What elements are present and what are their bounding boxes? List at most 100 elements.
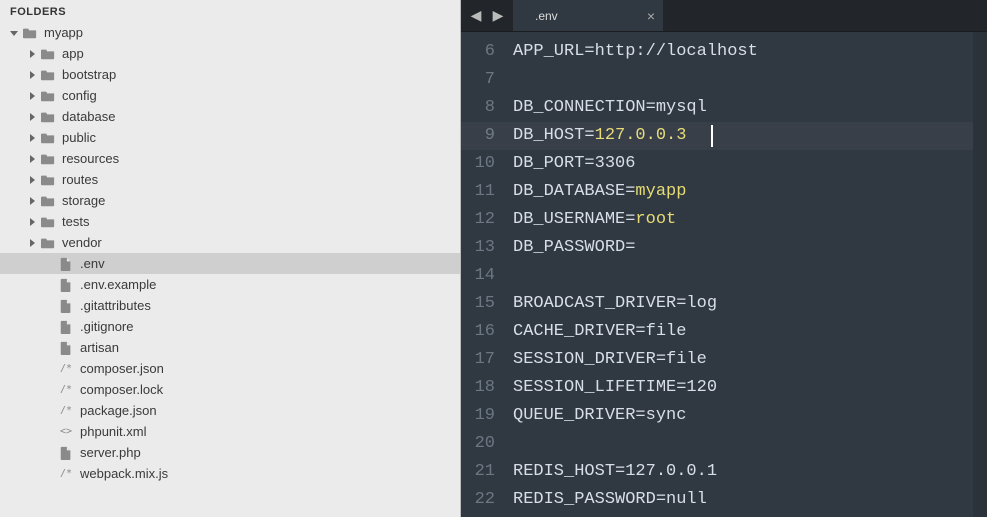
code-line[interactable]: DB_CONNECTION=mysql bbox=[513, 94, 973, 122]
line-number: 19 bbox=[461, 402, 495, 430]
tree-folder-label: config bbox=[62, 88, 460, 103]
chevron-right-icon[interactable] bbox=[26, 69, 38, 81]
code-line[interactable] bbox=[513, 66, 973, 94]
code-line[interactable]: CACHE_DRIVER=file bbox=[513, 318, 973, 346]
tree-file[interactable]: .gitignore bbox=[0, 316, 460, 337]
tree-file[interactable]: .env.example bbox=[0, 274, 460, 295]
tree-folder[interactable]: storage bbox=[0, 190, 460, 211]
nav-back-icon[interactable]: ◀ bbox=[467, 7, 485, 25]
tree-folder-label: storage bbox=[62, 193, 460, 208]
chevron-down-icon[interactable] bbox=[8, 27, 20, 39]
file-icon bbox=[58, 319, 74, 335]
code-area[interactable]: 678910111213141516171819202122 APP_URL=h… bbox=[461, 32, 987, 517]
tree-file[interactable]: artisan bbox=[0, 337, 460, 358]
tree-folder[interactable]: config bbox=[0, 85, 460, 106]
tree-folder[interactable]: database bbox=[0, 106, 460, 127]
tree-file-label: artisan bbox=[80, 340, 460, 355]
tree-file[interactable]: /*composer.lock bbox=[0, 379, 460, 400]
code-file-icon: /* bbox=[58, 384, 74, 395]
chevron-right-icon[interactable] bbox=[26, 111, 38, 123]
line-number: 17 bbox=[461, 346, 495, 374]
nav-forward-icon[interactable]: ▶ bbox=[489, 7, 507, 25]
folder-icon bbox=[40, 172, 56, 188]
tree-file[interactable]: <> phpunit.xml bbox=[0, 421, 460, 442]
tree-folder-label: app bbox=[62, 46, 460, 61]
tree-folder-label: vendor bbox=[62, 235, 460, 250]
tree-file-label: .env.example bbox=[80, 277, 460, 292]
tree-file-label: server.php bbox=[80, 445, 460, 460]
chevron-right-icon[interactable] bbox=[26, 216, 38, 228]
code-line[interactable] bbox=[513, 430, 973, 458]
chevron-right-icon[interactable] bbox=[26, 48, 38, 60]
code-line[interactable]: REDIS_HOST=127.0.0.1 bbox=[513, 458, 973, 486]
code-line[interactable] bbox=[513, 262, 973, 290]
line-number: 14 bbox=[461, 262, 495, 290]
code-line[interactable]: BROADCAST_DRIVER=log bbox=[513, 290, 973, 318]
tree-folder[interactable]: app bbox=[0, 43, 460, 64]
tree-folder[interactable]: routes bbox=[0, 169, 460, 190]
code-file-icon: /* bbox=[58, 468, 74, 479]
line-number: 10 bbox=[461, 150, 495, 178]
chevron-right-icon[interactable] bbox=[26, 195, 38, 207]
line-number: 7 bbox=[461, 66, 495, 94]
folder-icon bbox=[40, 214, 56, 230]
code-file-icon: /* bbox=[58, 405, 74, 416]
chevron-right-icon[interactable] bbox=[26, 90, 38, 102]
tree-file[interactable]: .gitattributes bbox=[0, 295, 460, 316]
folder-icon bbox=[40, 130, 56, 146]
sidebar: FOLDERS myapp appbootstrapconfigdatabase… bbox=[0, 0, 461, 517]
code-line[interactable]: REDIS_PASSWORD=null bbox=[513, 486, 973, 514]
tab-nav: ◀ ▶ bbox=[461, 0, 513, 31]
editor-tab[interactable]: .env × bbox=[513, 0, 663, 31]
folder-icon bbox=[40, 46, 56, 62]
line-number: 22 bbox=[461, 486, 495, 514]
code-line[interactable]: DB_HOST=127.0.0.3 bbox=[513, 122, 973, 150]
tree-folder[interactable]: public bbox=[0, 127, 460, 148]
chevron-right-icon[interactable] bbox=[26, 174, 38, 186]
folder-icon bbox=[40, 109, 56, 125]
tree-folder[interactable]: vendor bbox=[0, 232, 460, 253]
line-number: 6 bbox=[461, 38, 495, 66]
tree-folder-label: database bbox=[62, 109, 460, 124]
xml-file-icon: <> bbox=[58, 426, 74, 437]
code-line[interactable]: SESSION_DRIVER=file bbox=[513, 346, 973, 374]
code-content[interactable]: APP_URL=http://localhost DB_CONNECTION=my… bbox=[505, 32, 973, 517]
file-icon bbox=[58, 298, 74, 314]
tree-file[interactable]: /* package.json bbox=[0, 400, 460, 421]
folder-icon bbox=[40, 88, 56, 104]
code-line[interactable]: DB_PORT=3306 bbox=[513, 150, 973, 178]
tree-file-label: .env bbox=[80, 256, 460, 271]
code-line[interactable]: APP_URL=http://localhost bbox=[513, 38, 973, 66]
folder-icon bbox=[40, 235, 56, 251]
tree-root[interactable]: myapp bbox=[0, 22, 460, 43]
tree-file[interactable]: server.php bbox=[0, 442, 460, 463]
chevron-right-icon[interactable] bbox=[26, 132, 38, 144]
code-line[interactable]: DB_DATABASE=myapp bbox=[513, 178, 973, 206]
editor-pane: ◀ ▶ .env × 67891011121314151617181920212… bbox=[461, 0, 987, 517]
line-gutter: 678910111213141516171819202122 bbox=[461, 32, 505, 517]
code-line[interactable]: DB_PASSWORD= bbox=[513, 234, 973, 262]
code-line[interactable]: QUEUE_DRIVER=sync bbox=[513, 402, 973, 430]
tree-file[interactable]: /* webpack.mix.js bbox=[0, 463, 460, 484]
chevron-right-icon[interactable] bbox=[26, 237, 38, 249]
scrollbar[interactable] bbox=[973, 32, 987, 517]
tree-file[interactable]: .env bbox=[0, 253, 460, 274]
code-line[interactable]: SESSION_LIFETIME=120 bbox=[513, 374, 973, 402]
line-number: 9 bbox=[461, 122, 495, 150]
folder-icon bbox=[40, 151, 56, 167]
tree-folder-label: routes bbox=[62, 172, 460, 187]
tree-file[interactable]: /*composer.json bbox=[0, 358, 460, 379]
tree-folder[interactable]: resources bbox=[0, 148, 460, 169]
tree-file-label: package.json bbox=[80, 403, 460, 418]
tree-folder[interactable]: tests bbox=[0, 211, 460, 232]
code-line[interactable]: DB_USERNAME=root bbox=[513, 206, 973, 234]
tree-file-label: webpack.mix.js bbox=[80, 466, 460, 481]
chevron-right-icon[interactable] bbox=[26, 153, 38, 165]
line-number: 16 bbox=[461, 318, 495, 346]
close-icon[interactable]: × bbox=[647, 9, 655, 23]
line-number: 13 bbox=[461, 234, 495, 262]
tree-folder[interactable]: bootstrap bbox=[0, 64, 460, 85]
line-number: 18 bbox=[461, 374, 495, 402]
folder-icon bbox=[40, 67, 56, 83]
tree-file-label: phpunit.xml bbox=[80, 424, 460, 439]
